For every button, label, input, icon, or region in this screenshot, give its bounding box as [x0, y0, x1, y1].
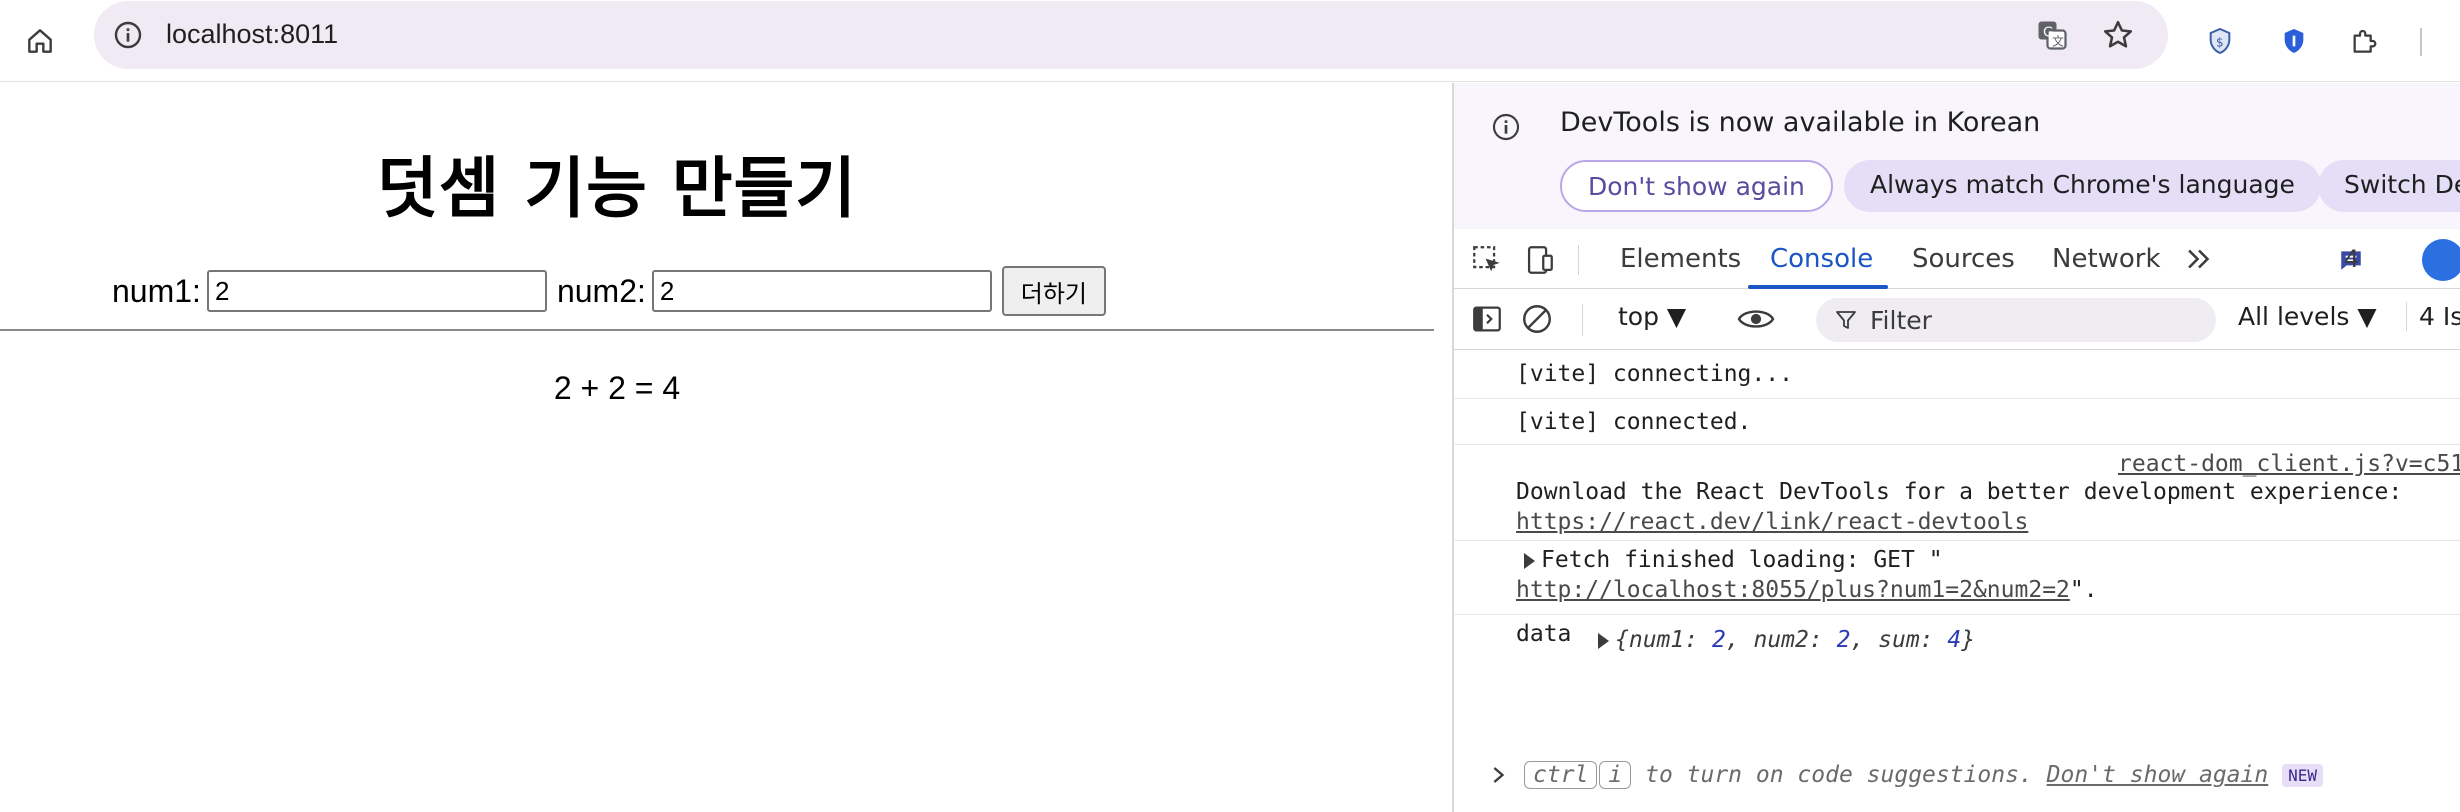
more-tabs-chevron-icon[interactable] — [2182, 242, 2216, 276]
security-extension-icon — [2284, 29, 2304, 53]
active-tab-indicator — [1748, 285, 1888, 289]
home-icon — [28, 29, 52, 53]
device-toolbar-icon[interactable] — [1522, 243, 1556, 277]
home-button[interactable] — [16, 17, 64, 65]
i-key: i — [1599, 761, 1632, 789]
sidebar-toggle-icon[interactable] — [1470, 302, 1504, 336]
new-badge: NEW — [2282, 764, 2323, 787]
num2-label: num2: — [556, 272, 646, 309]
tab-elements[interactable]: Elements — [1620, 229, 1741, 289]
data-object[interactable]: {num1: 2, num2: 2, sum: 4} — [1598, 627, 1975, 653]
filter-input[interactable]: Filter — [1816, 298, 2216, 342]
log-text: [vite] connected. — [1516, 409, 1752, 435]
dont-show-again-button[interactable]: Don't show again — [1560, 160, 1833, 212]
notice-text: DevTools is now available in Korean — [1560, 107, 2041, 138]
log-levels-selector[interactable]: All levels ▼ — [2238, 302, 2377, 331]
log-text: Fetch finished loading: GET " — [1541, 547, 1943, 573]
horizontal-rule — [0, 329, 1434, 331]
fetch-url-link[interactable]: http://localhost:8055/plus?num1=2&num2=2 — [1516, 577, 2070, 603]
issues-counter[interactable]: 4 Iss — [2406, 302, 2460, 331]
always-match-language-button[interactable]: Always match Chrome's language — [1844, 160, 2321, 212]
expand-triangle-icon[interactable] — [1598, 632, 1609, 649]
add-button[interactable]: 더하기 — [1001, 266, 1106, 316]
ctrl-key: ctrl — [1524, 761, 1598, 789]
log-text: Download the React DevTools for a better… — [1516, 479, 2403, 505]
filter-funnel-icon — [1836, 311, 1856, 329]
log-entry: Fetch finished loading: GET " http://loc… — [1454, 541, 2460, 615]
console-messages: [vite] connecting... [vite] connected. r… — [1454, 351, 2460, 812]
devtools-tabbar: Elements Console Sources Network 4 — [1454, 229, 2460, 289]
info-icon — [1492, 113, 1520, 141]
extensions-button[interactable] — [2340, 17, 2388, 65]
devtools-panel: DevTools is now available in Korean Don'… — [1452, 83, 2460, 812]
extension-shield-button[interactable]: $ — [2196, 17, 2244, 65]
addition-form: num1: num2: 더하기 — [112, 266, 1106, 316]
expand-triangle-icon[interactable] — [1524, 552, 1535, 569]
context-selector[interactable]: top ▼ — [1618, 302, 1686, 331]
num1-input[interactable] — [206, 270, 547, 312]
fetch-log-line[interactable]: Fetch finished loading: GET " — [1524, 547, 1943, 573]
filter-placeholder: Filter — [1870, 306, 1932, 335]
svg-text:$: $ — [2216, 35, 2224, 49]
data-label: data — [1516, 621, 1572, 647]
svg-text:文: 文 — [2052, 34, 2064, 49]
shield-extension-icon: $ — [2209, 27, 2231, 55]
react-devtools-link[interactable]: https://react.dev/link/react-devtools — [1516, 509, 2028, 535]
bookmark-star-icon[interactable] — [2100, 17, 2136, 53]
num2-input[interactable] — [651, 270, 992, 312]
url-text[interactable]: localhost:8011 — [166, 19, 338, 50]
tab-separator — [1578, 245, 1579, 275]
address-bar[interactable]: localhost:8011 G文 — [94, 1, 2168, 69]
clear-console-icon[interactable] — [1520, 302, 1554, 336]
console-toolbar: top ▼ Filter All levels ▼ 4 Iss — [1454, 290, 2460, 350]
puzzle-icon — [2353, 29, 2377, 53]
tab-network[interactable]: Network — [2052, 229, 2161, 289]
log-text: ". — [2069, 577, 2098, 603]
message-count: 4 — [2344, 245, 2360, 273]
prompt-chevron-icon — [1493, 767, 1505, 783]
toolbar-separator — [1582, 304, 1583, 336]
log-entry: react-dom_client.js?v=c514 Download the … — [1454, 445, 2460, 541]
source-link[interactable]: react-dom_client.js?v=c514 — [2118, 451, 2460, 477]
toolbar-separator — [2420, 28, 2422, 56]
web-page: 덧셈 기능 만들기 num1: num2: 더하기 2 + 2 = 4 — [0, 83, 1452, 812]
page-title: 덧셈 기능 만들기 — [377, 150, 857, 227]
log-entry: [vite] connected. — [1454, 399, 2460, 445]
language-notice: DevTools is now available in Korean Don'… — [1454, 83, 2460, 229]
result-text: 2 + 2 = 4 — [553, 370, 681, 406]
translate-icon[interactable]: G文 — [2034, 17, 2070, 53]
log-text: [vite] connecting... — [1516, 361, 1793, 387]
switch-language-button[interactable]: Switch De — [2318, 160, 2460, 212]
browser-toolbar: localhost:8011 G文 $ — [0, 0, 2460, 82]
num1-label: num1: — [112, 272, 201, 309]
inspect-element-icon[interactable] — [1470, 243, 1504, 277]
code-suggestions-hint: ctrl i to turn on code suggestions. Don't… — [1524, 761, 2323, 789]
console-prompt[interactable]: ctrl i to turn on code suggestions. Don't… — [1454, 755, 2460, 799]
settings-gear-icon[interactable] — [2422, 239, 2460, 281]
live-expression-eye-icon[interactable] — [1736, 302, 1776, 336]
log-entry: [vite] connecting... — [1454, 351, 2460, 399]
dont-show-again-link[interactable]: Don't show again — [2047, 762, 2269, 788]
fetch-url-line: http://localhost:8055/plus?num1=2&num2=2… — [1516, 577, 2098, 603]
tab-sources[interactable]: Sources — [1912, 229, 2015, 289]
extension-security-button[interactable] — [2270, 17, 2318, 65]
tab-console[interactable]: Console — [1770, 229, 1873, 289]
site-info-icon[interactable] — [112, 19, 144, 51]
log-entry: data {num1: 2, num2: 2, sum: 4} — [1454, 615, 2460, 671]
